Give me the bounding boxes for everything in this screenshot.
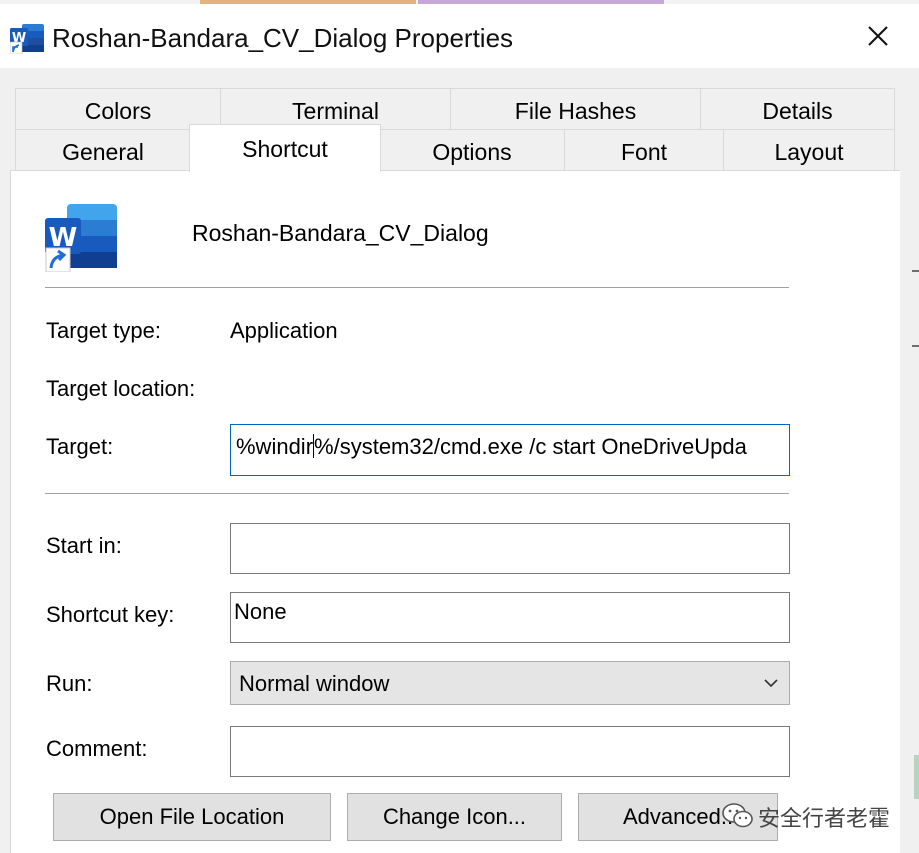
word-shortcut-icon: W (10, 24, 44, 54)
tab-options[interactable]: Options (379, 129, 565, 171)
tab-label: Layout (774, 139, 844, 165)
watermark: 安全行者老霍 (720, 795, 900, 835)
target-type-value: Application (230, 318, 338, 343)
run-dropdown-value: Normal window (239, 671, 390, 696)
tab-label: Details (762, 98, 833, 124)
target-type-label: Target type: (46, 318, 161, 343)
comment-label: Comment: (46, 736, 148, 761)
target-label: Target: (46, 434, 114, 459)
separator (45, 287, 789, 288)
tab-label: Colors (84, 98, 152, 124)
target-text-before-caret: %windir (236, 434, 314, 459)
edge-mark (912, 270, 919, 272)
target-text-after-caret: %/system32/cmd.exe /c start OneDriveUpda (314, 434, 747, 459)
shortcut-key-text: None (234, 599, 287, 624)
word-document-icon: W (45, 204, 117, 272)
run-label: Run: (46, 671, 93, 696)
target-location-label: Target location: (46, 376, 196, 401)
edge-mark (912, 345, 919, 347)
tab-label: General (62, 139, 144, 165)
start-in-field[interactable] (230, 523, 790, 574)
chevron-down-icon (764, 679, 778, 688)
change-icon-button[interactable]: Change Icon... (347, 793, 562, 841)
window-title: Roshan-Bandara_CV_Dialog Properties (52, 23, 514, 53)
tab-details[interactable]: Details (700, 88, 895, 130)
separator (45, 493, 789, 494)
button-label: Change Icon... (382, 804, 527, 829)
run-dropdown[interactable]: Normal window (230, 661, 790, 705)
edge-mark (914, 755, 919, 799)
tab-label: Shortcut (242, 136, 328, 162)
wechat-icon (722, 803, 753, 828)
start-in-label: Start in: (46, 533, 122, 558)
tab-general[interactable]: General (15, 129, 191, 171)
tab-label: File Hashes (514, 98, 637, 124)
tab-label: Terminal (292, 98, 379, 124)
shortcut-name: Roshan-Bandara_CV_Dialog (192, 220, 489, 246)
tab-shortcut[interactable]: Shortcut (189, 124, 381, 172)
tab-font[interactable]: Font (564, 129, 724, 171)
window-right-edge (908, 230, 919, 853)
tab-label: Font (620, 139, 668, 165)
watermark-text: 安全行者老霍 (758, 807, 891, 832)
shortcut-key-field[interactable]: None (230, 592, 790, 643)
title-bar: W Roshan-Bandara_CV_Dialog Properties (0, 4, 919, 68)
button-label: Open File Location (99, 804, 285, 829)
tab-layout[interactable]: Layout (723, 129, 895, 171)
shortcut-key-label: Shortcut key: (46, 602, 175, 627)
target-field[interactable]: %windir%/system32/cmd.exe /c start OneDr… (230, 424, 790, 476)
tab-file-hashes[interactable]: File Hashes (450, 88, 701, 130)
comment-field[interactable] (230, 726, 790, 777)
target-text: %windir%/system32/cmd.exe /c start OneDr… (236, 434, 787, 460)
open-file-location-button[interactable]: Open File Location (53, 793, 331, 841)
tab-label: Options (432, 139, 512, 165)
close-icon[interactable] (858, 16, 898, 56)
